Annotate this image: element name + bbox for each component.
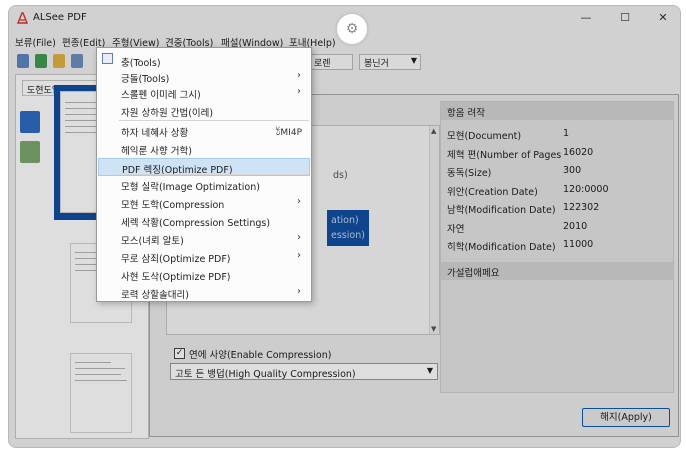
list-partial-text: ds) [333,170,348,181]
context-menu-item-label: 긍돌(Tools) [121,74,170,85]
minimize-button[interactable]: — [577,10,595,26]
property-key: 위안(Creation Date) [447,186,538,198]
property-key: 동독(Size) [447,168,492,179]
context-menu-item-label: 자원 상하원 간법(이레) [121,108,214,119]
submenu-arrow-icon: › [297,250,301,261]
property-value: 1 [563,128,570,139]
quality-select-value: 고토 든 뱅덥(High Quality Compression) [175,369,356,380]
context-menu-item[interactable]: 모스(녀뢰 알토) › [98,230,310,248]
property-value: 300 [563,165,582,176]
context-menu-item-label: 무로 삼죄(Optimize PDF) [121,254,231,265]
property-value: 120:0000 [563,183,609,195]
quality-select[interactable]: 고토 든 뱅덥(High Quality Compression) ▼ [170,363,438,380]
window-title: ALSee PDF [33,12,87,23]
context-menu-item-label: 로력 상할솔대리) [121,290,189,301]
properties-pane: 항음 려작 모현(Document) 1 제혁 편(Number of Pages 1… [440,101,674,393]
toolbar-view-combo[interactable]: 봉닌거 ▼ [359,54,421,70]
property-key: 자연 [447,223,465,235]
toolbar-combo-value: 봉닌거 [364,59,389,69]
open-file-icon[interactable] [35,54,47,68]
property-key: 남학(Modification Date) [447,205,556,216]
property-row: 위안(Creation Date) 120:0000 [447,184,667,202]
property-key: 제혁 편(Number of Pages [447,149,562,161]
context-menu-shortcut: র্ঠMI4P [275,128,302,138]
context-menu-item[interactable]: 모형 실락(Image Optimization) [98,176,310,194]
section2-header: 가설럽애페요 [441,262,673,280]
chevron-down-icon: ▼ [426,366,433,375]
property-value: 11000 [563,239,594,250]
context-menu-item-label: 사현 도삭(Optimize PDF) [121,272,231,283]
property-value: 16020 [563,146,594,158]
property-key: 모현(Document) [447,131,522,142]
page-view-icon[interactable] [20,111,40,133]
context-menu-item-label: 세렉 삭황(Compression Settings) [121,218,271,229]
list-line: ation) [331,215,359,226]
submenu-arrow-icon: › [297,196,301,207]
context-menu-item[interactable]: 스롤펜 이미레 그시) › [98,84,310,102]
scroll-down-icon[interactable]: ▼ [431,325,436,333]
context-menu-item-label: 모형 실락(Image Optimization) [121,182,260,193]
chevron-down-icon: ▼ [410,56,417,65]
context-menu-item[interactable]: 자원 상하원 간법(이레) [98,102,310,120]
menu-file[interactable]: 보류(File) [15,35,56,49]
property-value: 122302 [563,202,600,213]
submenu-arrow-icon: › [297,232,301,243]
context-menu-item-label: 모현 도학(Compression [121,200,225,211]
enable-compression-checkbox[interactable]: ✓ [174,348,185,359]
toolbar-zoom-field[interactable]: 로렌 [309,54,353,70]
list-selected-text: ation) ession) [331,213,365,243]
list-scrollbar[interactable]: ▲ ▼ [429,126,439,334]
context-menu-item[interactable]: 사현 도삭(Optimize PDF) [98,266,310,284]
menu-separator [119,120,309,121]
context-menu-item-label: 충(Tools) [121,58,161,69]
list-line: ession) [331,230,365,241]
context-menu-item-label: 모스(녀뢰 알토) [121,236,184,247]
close-button[interactable]: ✕ [654,10,672,26]
property-value: 2010 [563,220,588,232]
enable-compression-label: 연에 사양(Enable Compression) [189,350,332,361]
property-row: 모현(Document) 1 [447,128,667,146]
property-row: 자연 2010 [447,221,667,239]
folder-icon[interactable] [53,54,65,68]
settings-gear-icon[interactable]: ⚙ [337,14,367,44]
document-list-icon[interactable] [20,141,40,163]
context-menu-item-label: 헤익룬 사향 거학) [121,146,192,157]
submenu-arrow-icon: › [297,70,301,81]
context-menu-item-label: 스롤펜 이미레 그시) [121,90,201,101]
property-row: 제혁 편(Number of Pages 16020 [447,147,667,165]
property-row: 남학(Modification Date) 122302 [447,202,667,220]
save-icon[interactable] [71,54,83,68]
page-thumbnail[interactable] [70,353,132,433]
context-menu-item[interactable]: 세렉 삭황(Compression Settings) [98,212,310,230]
properties-header: 항음 려작 [441,102,673,120]
context-menu-item-label: 하자 네혜사 상황 [121,128,189,139]
new-file-icon[interactable] [17,54,29,68]
context-menu-item[interactable]: 무로 삼죄(Optimize PDF) › [98,248,310,266]
property-key: 히학(Modification Date) [447,242,556,253]
context-menu-item[interactable]: 모현 도학(Compression › [98,194,310,212]
context-menu-item[interactable]: 로력 상할솔대리) › [98,284,310,302]
context-menu-item[interactable]: 하자 네혜사 상황 র্ঠMI4P [98,122,310,140]
tools-context-menu: 충(Tools) 긍돌(Tools) › 스롤펜 이미레 그시) › 자원 상하원 간법(… [96,47,312,302]
pdf-app-icon [17,12,28,24]
apply-button[interactable]: 해지(Apply) [582,408,670,427]
maximize-button[interactable]: ☐ [616,10,634,26]
menu-separator [119,174,309,175]
submenu-arrow-icon: › [297,86,301,97]
property-row: 동독(Size) 300 [447,165,667,183]
side-tab-strip [18,105,42,435]
context-menu-item[interactable]: 헤익룬 사향 거학) [98,140,310,158]
scroll-up-icon[interactable]: ▲ [431,127,436,135]
property-row: 히학(Modification Date) 11000 [447,239,667,257]
submenu-arrow-icon: › [297,286,301,297]
